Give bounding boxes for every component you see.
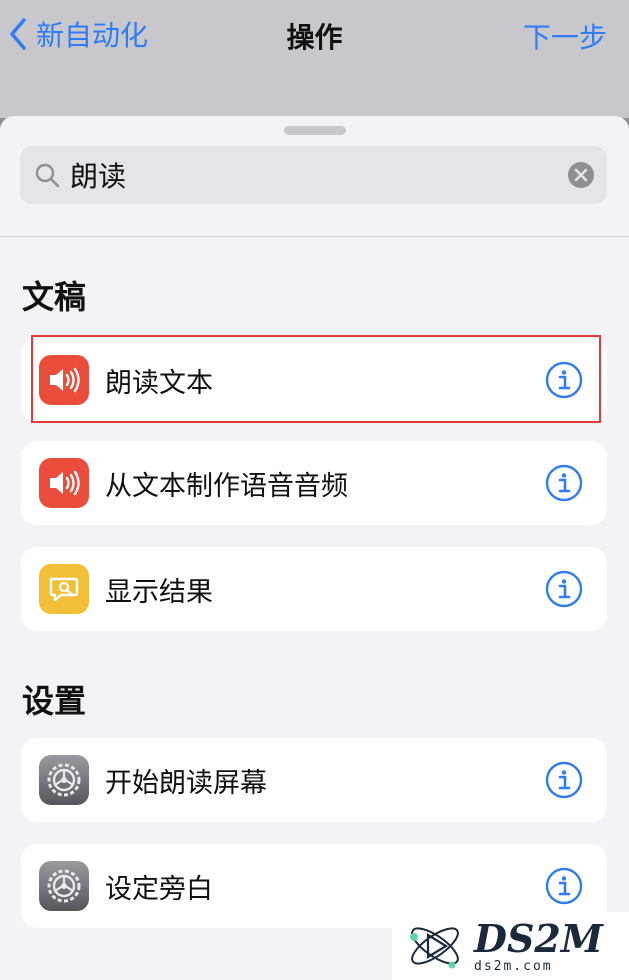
- speaker-icon: [39, 458, 89, 508]
- nav-bar: 新自动化 操作 下一步: [0, 0, 629, 118]
- info-icon[interactable]: [545, 761, 583, 799]
- info-icon[interactable]: [545, 361, 583, 399]
- action-label: 开始朗读屏幕: [105, 767, 267, 799]
- sheet-grabber[interactable]: [284, 126, 346, 135]
- section-header-settings: 设置: [22, 682, 87, 720]
- divider: [0, 236, 629, 237]
- next-button[interactable]: 下一步: [523, 16, 607, 56]
- action-label: 设定旁白: [105, 873, 213, 905]
- speaker-icon: [39, 355, 89, 405]
- watermark: DS2M ds2m.com: [392, 912, 629, 980]
- watermark-logo-icon: [410, 927, 459, 969]
- info-icon[interactable]: [545, 464, 583, 502]
- search-icon: [35, 163, 60, 188]
- action-label: 显示结果: [105, 576, 213, 608]
- action-label: 从文本制作语音音频: [105, 470, 348, 502]
- action-show-result[interactable]: 显示结果: [21, 547, 607, 631]
- section-header-documents: 文稿: [22, 278, 87, 316]
- clear-search-icon[interactable]: [567, 161, 595, 189]
- info-icon[interactable]: [545, 867, 583, 905]
- action-make-spoken-audio[interactable]: 从文本制作语音音频: [21, 441, 607, 525]
- watermark-brand: DS2M: [474, 915, 603, 961]
- info-icon[interactable]: [545, 570, 583, 608]
- watermark-domain: ds2m.com: [474, 958, 553, 974]
- show-result-icon: [39, 564, 89, 614]
- action-label: 朗读文本: [105, 367, 213, 399]
- search-input[interactable]: [70, 158, 567, 192]
- action-speak-text[interactable]: 朗读文本: [21, 338, 607, 422]
- settings-gear-icon: [39, 861, 89, 911]
- action-start-speak-screen[interactable]: 开始朗读屏幕: [21, 738, 607, 822]
- search-bar[interactable]: [20, 146, 607, 204]
- settings-gear-icon: [39, 755, 89, 805]
